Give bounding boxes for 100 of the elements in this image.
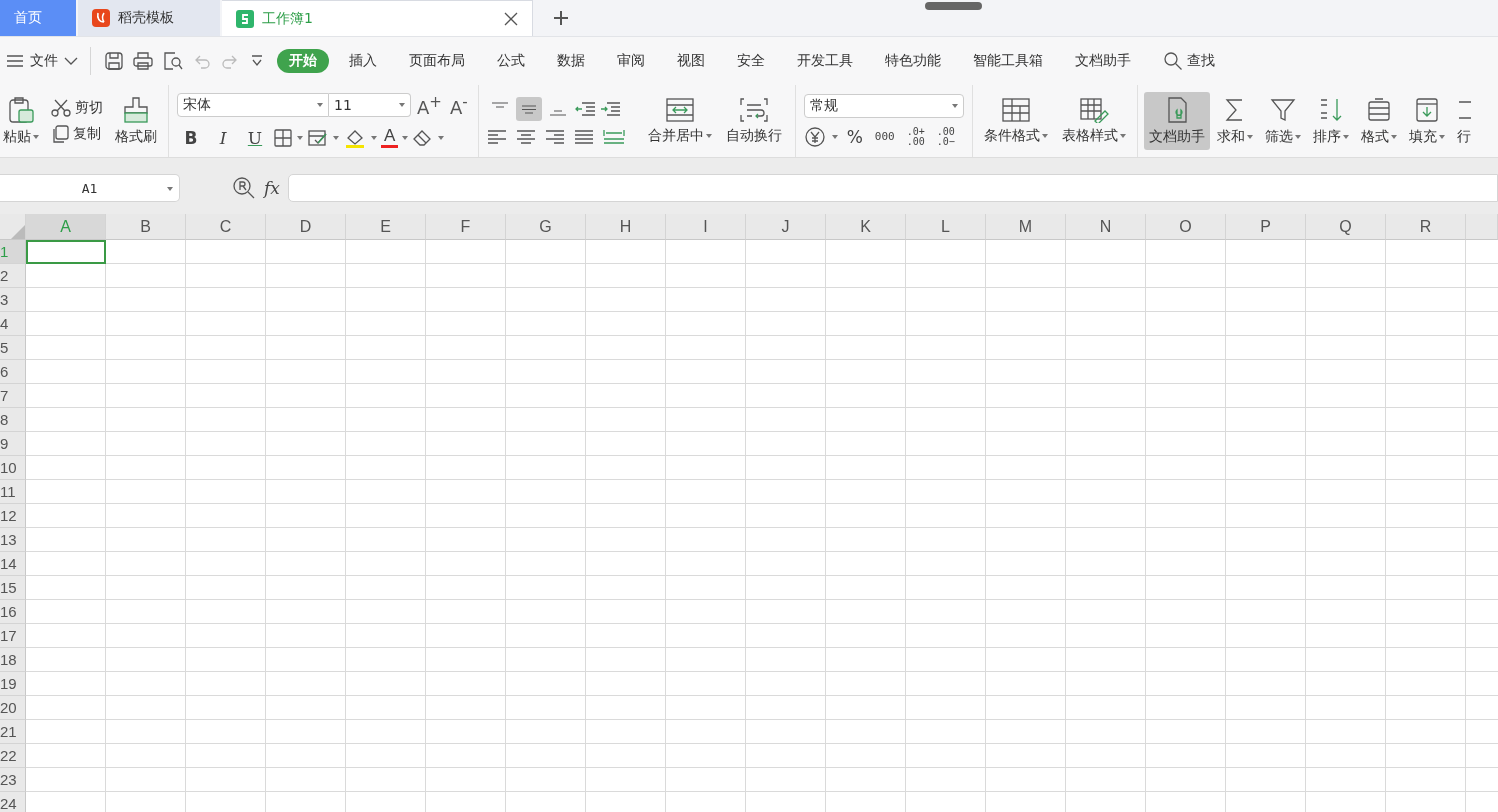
caret-icon — [333, 135, 339, 140]
row-header[interactable]: 17 — [0, 624, 26, 648]
search-button[interactable]: 查找 — [1157, 50, 1221, 72]
ribbon-tab[interactable]: 插入 — [337, 49, 389, 73]
spreadsheet-logo-icon — [236, 9, 254, 28]
row-header[interactable]: 18 — [0, 648, 26, 672]
increase-decimal-button[interactable]: .0+ .00 — [903, 127, 928, 147]
merge-center-button[interactable]: 合并居中 — [642, 93, 717, 149]
cell-grid[interactable] — [26, 240, 1498, 812]
ribbon-tab[interactable]: 数据 — [545, 49, 597, 73]
row-header[interactable]: 16 — [0, 600, 26, 624]
formula-input[interactable] — [287, 174, 1498, 202]
tool-button[interactable]: 格式 — [1355, 92, 1402, 150]
row-header[interactable]: 14 — [0, 552, 26, 576]
column-header[interactable]: P — [1226, 214, 1306, 240]
row-header[interactable]: 12 — [0, 504, 26, 528]
row-header[interactable]: 8 — [0, 408, 26, 432]
active-cell[interactable] — [26, 240, 106, 264]
column-header[interactable]: G — [506, 214, 586, 240]
decrease-decimal-button[interactable]: .00 .0− — [933, 127, 958, 147]
column-header[interactable] — [1466, 214, 1498, 240]
paste-button[interactable]: 粘贴 — [0, 92, 44, 150]
percent-button[interactable]: % — [843, 127, 866, 147]
ribbon-tab[interactable]: 公式 — [485, 49, 537, 73]
ribbon-tab[interactable]: 安全 — [725, 49, 777, 73]
column-header[interactable]: L — [906, 214, 986, 240]
tool-button[interactable]: 求和 — [1211, 92, 1258, 150]
thousands-separator-button[interactable]: 000 — [871, 131, 898, 143]
row-header[interactable]: 7 — [0, 384, 26, 408]
style-button[interactable]: 表格样式 — [1056, 93, 1131, 149]
row-header[interactable]: 6 — [0, 360, 26, 384]
column-header[interactable]: N — [1066, 214, 1146, 240]
style-button[interactable]: 条件格式 — [978, 93, 1053, 149]
triangle-icon — [11, 225, 25, 239]
row-header[interactable]: 13 — [0, 528, 26, 552]
column-header[interactable]: D — [266, 214, 346, 240]
row-header[interactable]: 20 — [0, 696, 26, 720]
tool-button[interactable]: 筛选 — [1259, 92, 1306, 150]
function-label[interactable]: fx — [264, 178, 280, 198]
scissors-icon — [51, 99, 71, 117]
text-style-button[interactable]: U — [241, 125, 269, 150]
column-header[interactable]: K — [826, 214, 906, 240]
column-header[interactable]: M — [986, 214, 1066, 240]
row-header[interactable]: 22 — [0, 744, 26, 768]
tool-button[interactable]: 填充 — [1403, 92, 1450, 150]
flame-logo-icon — [92, 9, 110, 27]
close-icon — [504, 11, 518, 26]
column-header[interactable]: O — [1146, 214, 1226, 240]
row-header[interactable]: 5 — [0, 336, 26, 360]
row-header[interactable]: 24 — [0, 792, 26, 812]
row-header[interactable]: 23 — [0, 768, 26, 792]
column-header[interactable]: Q — [1306, 214, 1386, 240]
tool-button[interactable]: 文档助手 — [1143, 92, 1210, 150]
column-header[interactable]: B — [106, 214, 186, 240]
ribbon-tab[interactable]: 审阅 — [605, 49, 657, 73]
font-size-step-button[interactable]: A$^{-}$ — [447, 92, 470, 118]
cut-button[interactable]: 剪切 — [48, 99, 106, 117]
drag-handle[interactable] — [925, 2, 982, 10]
row-header[interactable]: 11 — [0, 480, 26, 504]
align-lines-icon — [548, 110, 567, 116]
font-name-dropdown[interactable]: 宋体 — [177, 93, 329, 117]
text-style-button[interactable]: I — [209, 125, 237, 150]
column-header[interactable]: J — [746, 214, 826, 240]
select-all-corner[interactable] — [0, 214, 26, 240]
tool-button[interactable]: 排序 — [1307, 92, 1354, 150]
column-header[interactable]: H — [586, 214, 666, 240]
text-style-button[interactable]: B — [177, 125, 205, 150]
document-tab[interactable]: 稻壳模板 — [78, 0, 220, 36]
ribbon-tab[interactable]: 智能工具箱 — [961, 49, 1055, 73]
row-header[interactable]: 10 — [0, 456, 26, 480]
font-size-dropdown[interactable]: 11 — [329, 93, 411, 117]
font-size-step-button[interactable]: A$^{+}$ — [415, 92, 444, 118]
column-header[interactable]: C — [186, 214, 266, 240]
font-color-button[interactable]: A — [381, 127, 399, 148]
ribbon-tab[interactable]: 文档助手 — [1063, 49, 1143, 73]
tool-button[interactable]: 行 — [1451, 92, 1476, 150]
ribbon-tab[interactable]: 特色功能 — [873, 49, 953, 73]
wrap-text-button[interactable]: 自动换行 — [720, 93, 787, 149]
column-header[interactable]: R — [1386, 214, 1466, 240]
clipboard-icon — [7, 96, 35, 124]
row-header[interactable]: 21 — [0, 720, 26, 744]
row-header[interactable]: 9 — [0, 432, 26, 456]
row-header[interactable]: 19 — [0, 672, 26, 696]
ribbon-tab[interactable]: 开发工具 — [785, 49, 865, 73]
format-painter-button[interactable]: 格式刷 — [110, 92, 162, 150]
column-header[interactable]: F — [426, 214, 506, 240]
row-header[interactable]: 2 — [0, 264, 26, 288]
row-header[interactable]: 4 — [0, 312, 26, 336]
file-menu[interactable]: 文件 — [0, 52, 84, 70]
row-header[interactable]: 3 — [0, 288, 26, 312]
row-header[interactable]: 15 — [0, 576, 26, 600]
column-header[interactable]: E — [346, 214, 426, 240]
ribbon-tab[interactable]: 页面布局 — [397, 49, 477, 73]
vertical-align-button[interactable] — [515, 97, 542, 121]
ribbon-tab[interactable]: 视图 — [665, 49, 717, 73]
document-tab[interactable]: 工作簿1 — [222, 0, 533, 36]
copy-button[interactable]: 复制 — [48, 125, 106, 143]
name-box[interactable]: A1 — [0, 174, 180, 202]
column-header[interactable]: I — [666, 214, 746, 240]
number-format-dropdown[interactable]: 常规 — [803, 94, 964, 118]
